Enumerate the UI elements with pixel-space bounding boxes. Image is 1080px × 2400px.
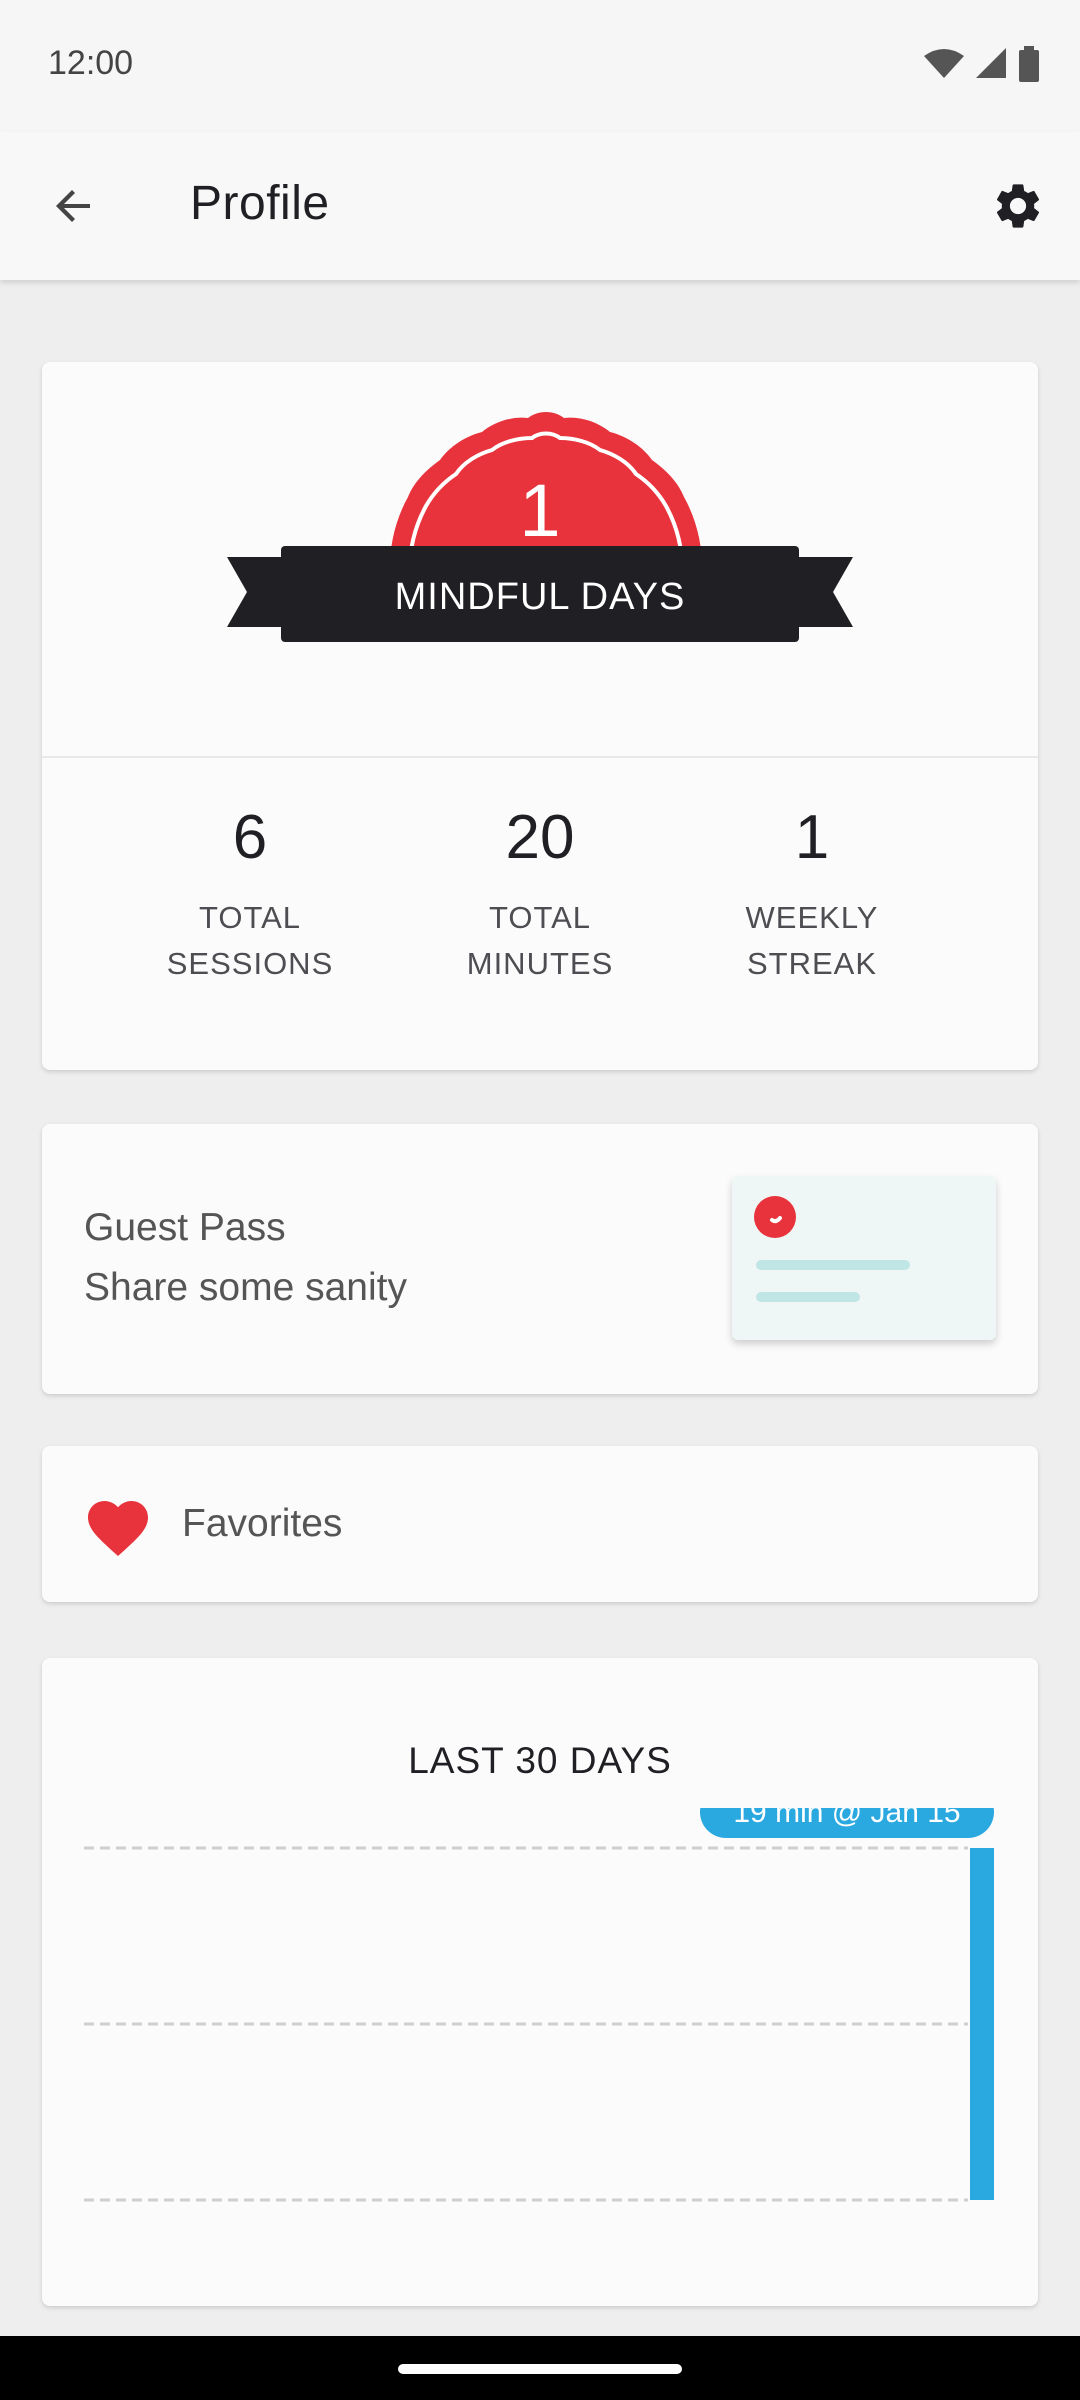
seal-icon (227, 412, 853, 642)
stats-card: 1 MINDFUL DAYS 6 TOTAL SESSIONS 20 TOTAL… (42, 362, 1038, 1070)
stat-weekly-streak: 1 WEEKLY STREAK (692, 802, 932, 987)
status-time: 12:00 (48, 44, 134, 82)
stats-row: 6 TOTAL SESSIONS 20 TOTAL MINUTES 1 WEEK… (42, 802, 1038, 1022)
app-bar: Profile (0, 132, 1080, 280)
home-gesture-handle[interactable] (398, 2364, 682, 2374)
favorites-card[interactable]: Favorites (42, 1446, 1038, 1602)
chart-title: LAST 30 DAYS (408, 1740, 672, 1781)
stat-label: WEEKLY STREAK (692, 895, 932, 987)
guest-pass-subtitle: Share some sanity (84, 1266, 407, 1309)
gear-icon (996, 184, 1040, 228)
status-icons (924, 46, 1040, 82)
guest-pass-card[interactable]: Guest Pass Share some sanity (42, 1124, 1038, 1394)
guest-pass-illustration (732, 1176, 996, 1340)
mindful-days-label: MINDFUL DAYS (394, 576, 686, 618)
divider (42, 756, 1038, 758)
status-bar: 12:00 (0, 0, 1080, 132)
mindful-days-badge: 1 (42, 402, 1038, 722)
illustration-line (756, 1292, 860, 1302)
last-30-days-chart-card: LAST 30 DAYS 19 min @ Jan 15 (42, 1658, 1038, 2306)
illustration-line (756, 1260, 910, 1270)
stat-label-line: MINUTES (466, 946, 614, 981)
mindful-days-count: 1 (519, 469, 561, 552)
stat-label: TOTAL MINUTES (420, 895, 660, 987)
stat-total-sessions: 6 TOTAL SESSIONS (130, 802, 370, 987)
wifi-icon (924, 49, 964, 78)
smile-logo-icon (754, 1196, 796, 1238)
favorites-label: Favorites (182, 1502, 343, 1545)
stat-value: 6 (232, 803, 268, 872)
stat-label-line: TOTAL (198, 900, 302, 935)
chart-tooltip-text: 19 min @ Jan 15 (733, 1808, 960, 1829)
arrow-back-icon (56, 190, 90, 222)
stat-label-line: TOTAL (488, 900, 592, 935)
chart-tooltip: 19 min @ Jan 15 (700, 1808, 994, 1838)
stat-label-line: STREAK (746, 946, 878, 981)
stat-label: TOTAL SESSIONS (130, 895, 370, 987)
stat-total-minutes: 20 TOTAL MINUTES (420, 802, 660, 987)
signal-icon (976, 48, 1006, 78)
heart-icon (88, 1501, 148, 1557)
stat-label-line: SESSIONS (166, 946, 334, 981)
battery-icon (1019, 46, 1039, 82)
stat-label-line: WEEKLY (745, 900, 879, 935)
stat-value: 1 (794, 803, 830, 872)
page-title: Profile (190, 177, 330, 230)
back-button[interactable] (40, 172, 108, 240)
settings-button[interactable] (984, 172, 1052, 240)
guest-pass-title: Guest Pass (84, 1206, 286, 1249)
system-nav-bar (0, 2336, 1080, 2400)
stat-value: 20 (505, 803, 575, 872)
chart-plot: 19 min @ Jan 15 (84, 1808, 994, 2202)
chart-bar[interactable] (970, 1848, 994, 2200)
